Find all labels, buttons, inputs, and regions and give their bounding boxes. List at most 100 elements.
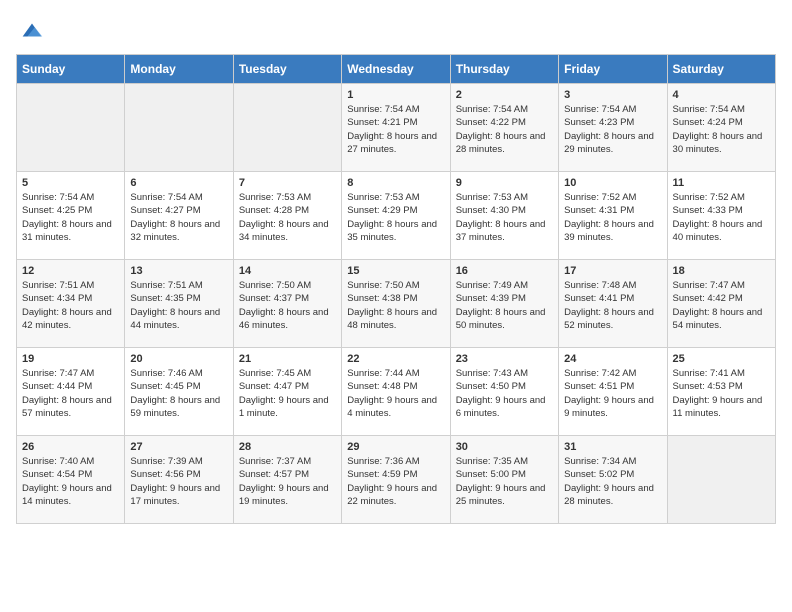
day-number: 27 [130, 441, 227, 453]
calendar-day-cell: 26 Sunrise: 7:40 AMSunset: 4:54 PMDayligh… [17, 436, 125, 524]
day-info: Sunrise: 7:54 AMSunset: 4:21 PMDaylight:… [347, 103, 444, 156]
logo [16, 16, 46, 44]
day-info: Sunrise: 7:43 AMSunset: 4:50 PMDaylight:… [456, 367, 553, 420]
day-number: 10 [564, 177, 661, 189]
calendar-day-cell: 10 Sunrise: 7:52 AMSunset: 4:31 PMDayligh… [559, 172, 667, 260]
day-info: Sunrise: 7:54 AMSunset: 4:24 PMDaylight:… [673, 103, 770, 156]
day-info: Sunrise: 7:53 AMSunset: 4:30 PMDaylight:… [456, 191, 553, 244]
day-number: 6 [130, 177, 227, 189]
day-info: Sunrise: 7:45 AMSunset: 4:47 PMDaylight:… [239, 367, 336, 420]
day-info: Sunrise: 7:40 AMSunset: 4:54 PMDaylight:… [22, 455, 119, 508]
day-info: Sunrise: 7:54 AMSunset: 4:27 PMDaylight:… [130, 191, 227, 244]
day-info: Sunrise: 7:42 AMSunset: 4:51 PMDaylight:… [564, 367, 661, 420]
day-number: 20 [130, 353, 227, 365]
calendar-day-cell: 1 Sunrise: 7:54 AMSunset: 4:21 PMDaylight… [342, 84, 450, 172]
day-number: 24 [564, 353, 661, 365]
logo-icon [18, 16, 46, 44]
calendar-day-cell: 5 Sunrise: 7:54 AMSunset: 4:25 PMDaylight… [17, 172, 125, 260]
calendar-day-cell: 31 Sunrise: 7:34 AMSunset: 5:02 PMDayligh… [559, 436, 667, 524]
day-number: 4 [673, 89, 770, 101]
calendar-day-cell: 9 Sunrise: 7:53 AMSunset: 4:30 PMDaylight… [450, 172, 558, 260]
calendar-day-cell: 14Sunrise: 7:50 AMSunset: 4:37 PMDayligh… [233, 260, 341, 348]
day-number: 23 [456, 353, 553, 365]
calendar-day-cell: 27 Sunrise: 7:39 AMSunset: 4:56 PMDayligh… [125, 436, 233, 524]
weekday-header-cell: Saturday [667, 55, 775, 84]
day-info: Sunrise: 7:36 AMSunset: 4:59 PMDaylight:… [347, 455, 444, 508]
calendar-day-cell: 24 Sunrise: 7:42 AMSunset: 4:51 PMDayligh… [559, 348, 667, 436]
day-number: 18 [673, 265, 770, 277]
calendar-day-cell: 29 Sunrise: 7:36 AMSunset: 4:59 PMDayligh… [342, 436, 450, 524]
day-info: Sunrise: 7:49 AMSunset: 4:39 PMDaylight:… [456, 279, 553, 332]
day-number: 7 [239, 177, 336, 189]
calendar-day-cell: 2 Sunrise: 7:54 AMSunset: 4:22 PMDaylight… [450, 84, 558, 172]
calendar-body: 1 Sunrise: 7:54 AMSunset: 4:21 PMDaylight… [17, 84, 776, 524]
day-number: 2 [456, 89, 553, 101]
calendar-day-cell: 3Sunrise: 7:54 AMSunset: 4:23 PMDaylight… [559, 84, 667, 172]
calendar-week-row: 1 Sunrise: 7:54 AMSunset: 4:21 PMDaylight… [17, 84, 776, 172]
weekday-header-cell: Thursday [450, 55, 558, 84]
day-info: Sunrise: 7:53 AMSunset: 4:29 PMDaylight:… [347, 191, 444, 244]
calendar-day-cell: 28 Sunrise: 7:37 AMSunset: 4:57 PMDayligh… [233, 436, 341, 524]
day-number: 22 [347, 353, 444, 365]
calendar-day-cell: 13 Sunrise: 7:51 AMSunset: 4:35 PMDayligh… [125, 260, 233, 348]
day-info: Sunrise: 7:52 AMSunset: 4:31 PMDaylight:… [564, 191, 661, 244]
calendar-day-cell: 30Sunrise: 7:35 AMSunset: 5:00 PMDayligh… [450, 436, 558, 524]
day-number: 28 [239, 441, 336, 453]
weekday-header-cell: Tuesday [233, 55, 341, 84]
day-number: 5 [22, 177, 119, 189]
weekday-header-cell: Sunday [17, 55, 125, 84]
day-info: Sunrise: 7:44 AMSunset: 4:48 PMDaylight:… [347, 367, 444, 420]
day-number: 9 [456, 177, 553, 189]
day-info: Sunrise: 7:46 AMSunset: 4:45 PMDaylight:… [130, 367, 227, 420]
calendar-day-cell: 23 Sunrise: 7:43 AMSunset: 4:50 PMDayligh… [450, 348, 558, 436]
calendar-day-cell [125, 84, 233, 172]
weekday-header-row: SundayMondayTuesdayWednesdayThursdayFrid… [17, 55, 776, 84]
calendar-day-cell [667, 436, 775, 524]
calendar-day-cell: 6 Sunrise: 7:54 AMSunset: 4:27 PMDaylight… [125, 172, 233, 260]
day-number: 19 [22, 353, 119, 365]
calendar-week-row: 12 Sunrise: 7:51 AMSunset: 4:34 PMDayligh… [17, 260, 776, 348]
calendar-day-cell: 22 Sunrise: 7:44 AMSunset: 4:48 PMDayligh… [342, 348, 450, 436]
calendar-day-cell: 20 Sunrise: 7:46 AMSunset: 4:45 PMDayligh… [125, 348, 233, 436]
weekday-header-cell: Wednesday [342, 55, 450, 84]
day-number: 1 [347, 89, 444, 101]
day-info: Sunrise: 7:51 AMSunset: 4:35 PMDaylight:… [130, 279, 227, 332]
calendar-day-cell: 8 Sunrise: 7:53 AMSunset: 4:29 PMDaylight… [342, 172, 450, 260]
day-number: 29 [347, 441, 444, 453]
day-number: 15 [347, 265, 444, 277]
day-info: Sunrise: 7:54 AMSunset: 4:25 PMDaylight:… [22, 191, 119, 244]
calendar-week-row: 19 Sunrise: 7:47 AMSunset: 4:44 PMDayligh… [17, 348, 776, 436]
calendar-day-cell: 4 Sunrise: 7:54 AMSunset: 4:24 PMDaylight… [667, 84, 775, 172]
calendar-day-cell [233, 84, 341, 172]
day-info: Sunrise: 7:48 AMSunset: 4:41 PMDaylight:… [564, 279, 661, 332]
day-number: 13 [130, 265, 227, 277]
day-number: 8 [347, 177, 444, 189]
day-number: 12 [22, 265, 119, 277]
day-info: Sunrise: 7:34 AMSunset: 5:02 PMDaylight:… [564, 455, 661, 508]
calendar-day-cell: 18Sunrise: 7:47 AMSunset: 4:42 PMDayligh… [667, 260, 775, 348]
day-info: Sunrise: 7:54 AMSunset: 4:22 PMDaylight:… [456, 103, 553, 156]
calendar-day-cell: 17 Sunrise: 7:48 AMSunset: 4:41 PMDayligh… [559, 260, 667, 348]
weekday-header-cell: Friday [559, 55, 667, 84]
day-info: Sunrise: 7:35 AMSunset: 5:00 PMDaylight:… [456, 455, 553, 508]
day-info: Sunrise: 7:51 AMSunset: 4:34 PMDaylight:… [22, 279, 119, 332]
day-info: Sunrise: 7:47 AMSunset: 4:44 PMDaylight:… [22, 367, 119, 420]
calendar-day-cell: 15Sunrise: 7:50 AMSunset: 4:38 PMDayligh… [342, 260, 450, 348]
day-number: 17 [564, 265, 661, 277]
day-number: 21 [239, 353, 336, 365]
day-number: 25 [673, 353, 770, 365]
day-info: Sunrise: 7:39 AMSunset: 4:56 PMDaylight:… [130, 455, 227, 508]
page-header [16, 16, 776, 44]
weekday-header-cell: Monday [125, 55, 233, 84]
day-info: Sunrise: 7:37 AMSunset: 4:57 PMDaylight:… [239, 455, 336, 508]
day-info: Sunrise: 7:52 AMSunset: 4:33 PMDaylight:… [673, 191, 770, 244]
day-info: Sunrise: 7:53 AMSunset: 4:28 PMDaylight:… [239, 191, 336, 244]
day-info: Sunrise: 7:50 AMSunset: 4:37 PMDaylight:… [239, 279, 336, 332]
day-number: 16 [456, 265, 553, 277]
day-number: 26 [22, 441, 119, 453]
day-info: Sunrise: 7:54 AMSunset: 4:23 PMDaylight:… [564, 103, 661, 156]
day-number: 31 [564, 441, 661, 453]
calendar-week-row: 5 Sunrise: 7:54 AMSunset: 4:25 PMDaylight… [17, 172, 776, 260]
calendar-day-cell: 12 Sunrise: 7:51 AMSunset: 4:34 PMDayligh… [17, 260, 125, 348]
calendar-day-cell: 25Sunrise: 7:41 AMSunset: 4:53 PMDayligh… [667, 348, 775, 436]
